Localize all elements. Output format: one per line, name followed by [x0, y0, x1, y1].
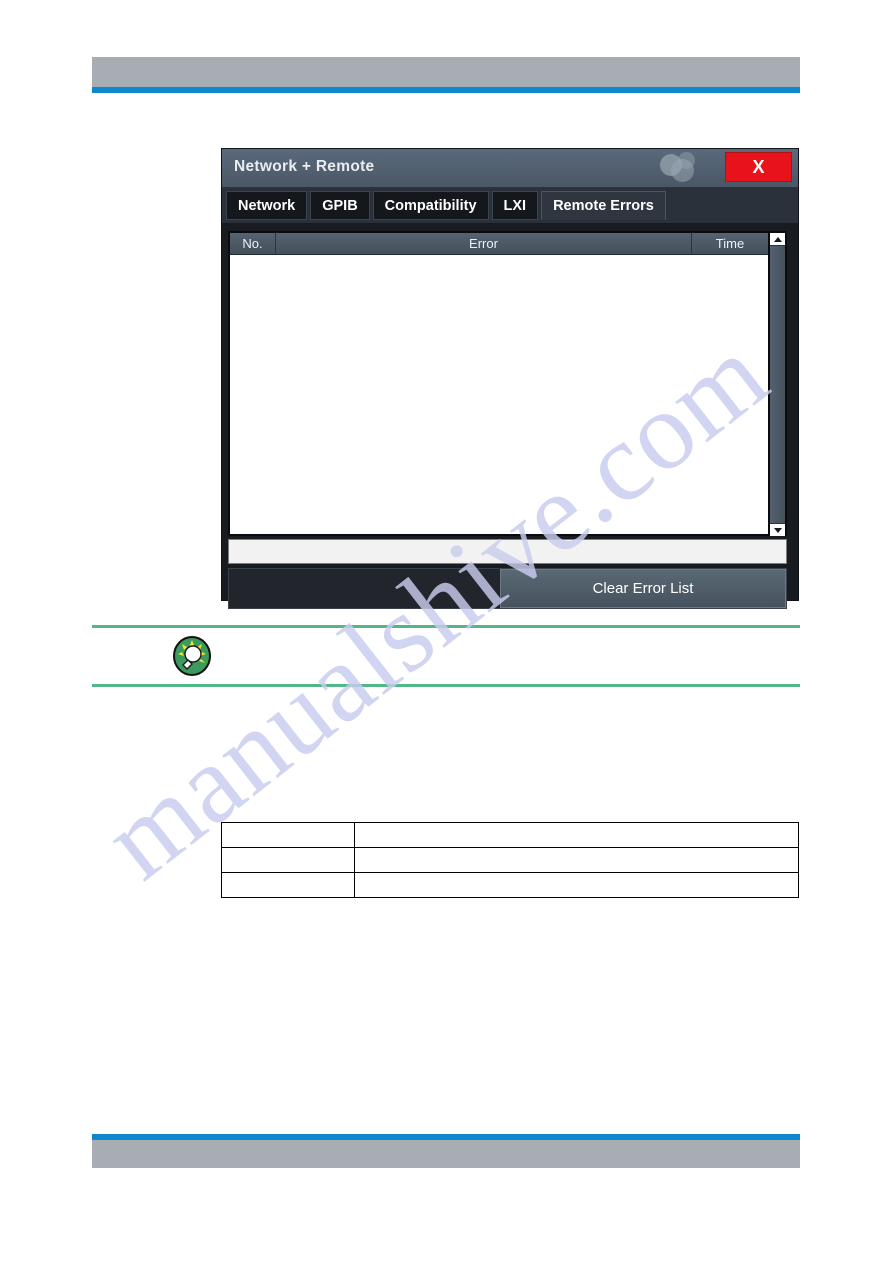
tab-lxi[interactable]: LXI: [491, 191, 539, 220]
table-cell-a: [220, 847, 356, 873]
table-row: [220, 822, 799, 848]
tab-compatibility[interactable]: Compatibility: [372, 191, 489, 220]
remote-errors-panel: No. Error Time Clear Error List: [228, 231, 794, 679]
tab-gpib[interactable]: GPIB: [310, 191, 370, 220]
table-cell-a: [220, 822, 356, 848]
dialog-titlebar: Network + Remote X: [222, 149, 798, 188]
network-remote-dialog: Network + Remote X Network GPIB Compatib…: [221, 148, 799, 609]
overlapping-circles-icon: [660, 152, 702, 186]
tab-network[interactable]: Network: [226, 191, 308, 220]
page-header-rule: [92, 87, 800, 93]
table-row: [220, 872, 799, 898]
page-footer-bar: [92, 1140, 800, 1168]
tip-rule-top: [92, 625, 800, 628]
scroll-down-arrow-icon[interactable]: [770, 524, 785, 536]
table-row: [220, 847, 799, 873]
status-input-field[interactable]: [228, 539, 787, 564]
error-list-body[interactable]: [230, 255, 768, 534]
tip-rule-bottom: [92, 684, 800, 687]
clear-error-list-button[interactable]: Clear Error List: [500, 569, 786, 608]
column-header-error[interactable]: Error: [276, 233, 692, 254]
page-header-bar: [92, 57, 800, 87]
dialog-footer-bar: Clear Error List: [228, 568, 787, 609]
column-header-time[interactable]: Time: [692, 233, 768, 254]
tip-callout: [92, 625, 800, 687]
scroll-up-arrow-icon[interactable]: [770, 233, 785, 245]
tab-remote-errors[interactable]: Remote Errors: [541, 191, 666, 220]
document-table: [220, 822, 799, 898]
table-cell-b: [354, 822, 799, 848]
table-cell-b: [354, 847, 799, 873]
dialog-tabstrip: Network GPIB Compatibility LXI Remote Er…: [222, 188, 798, 223]
scrollbar-thumb[interactable]: [770, 245, 785, 524]
table-cell-a: [220, 872, 356, 898]
error-list-table: No. Error Time: [228, 231, 770, 536]
column-header-no[interactable]: No.: [230, 233, 276, 254]
dialog-title: Network + Remote: [234, 158, 375, 175]
error-list-header-row: No. Error Time: [230, 233, 768, 255]
table-cell-b: [354, 872, 799, 898]
error-list-scrollbar[interactable]: [770, 231, 787, 536]
close-button[interactable]: X: [725, 152, 792, 182]
lightbulb-tip-icon: [172, 636, 212, 676]
